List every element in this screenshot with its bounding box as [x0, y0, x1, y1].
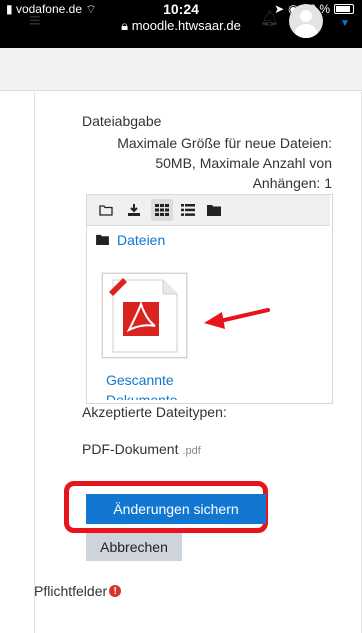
navbar — [0, 48, 362, 91]
file-name-link-cut: Dokumente — [106, 392, 178, 400]
size-info-line: 50MB, Maximale Anzahl von — [155, 155, 332, 171]
folder-view-icon[interactable] — [203, 199, 225, 221]
save-changes-button[interactable]: Änderungen sichern — [86, 494, 266, 524]
required-fields-note: Pflichtfelder ! — [34, 583, 122, 599]
accepted-type: PDF-Dokument .pdf — [82, 441, 201, 457]
caret-down-icon[interactable]: ▼ — [340, 18, 350, 29]
cancel-button[interactable]: Abbrechen — [86, 533, 182, 561]
pdf-file-icon[interactable] — [102, 273, 187, 358]
list-view-icon[interactable] — [177, 199, 199, 221]
folder-icon — [96, 233, 109, 248]
battery-icon — [334, 4, 354, 14]
size-info: Maximale Größe für neue Dateien: 50MB, M… — [86, 133, 332, 193]
red-arrow-icon — [200, 303, 272, 344]
bell-icon[interactable]: 🔔︎ — [260, 9, 279, 27]
breadcrumb: Dateien — [96, 232, 165, 248]
file-name-link[interactable]: Gescannte — [106, 372, 174, 388]
file-picker-toolbar — [87, 195, 330, 226]
size-info-line: Maximale Größe für neue Dateien: — [117, 135, 332, 151]
hamburger-icon[interactable]: ≡ — [22, 10, 48, 32]
accepted-type-name: PDF-Dokument — [82, 441, 179, 457]
size-info-line: Anhängen: 1 — [252, 175, 332, 191]
accepted-type-ext: .pdf — [182, 445, 201, 457]
required-fields-label: Pflichtfelder — [34, 583, 108, 599]
new-folder-icon[interactable] — [95, 199, 117, 221]
icon-view-icon[interactable] — [151, 199, 173, 221]
avatar[interactable] — [289, 4, 323, 38]
lock-icon: 🔒︎ — [121, 18, 129, 33]
upload-label: Dateiabgabe — [82, 113, 162, 129]
breadcrumb-files-link[interactable]: Dateien — [117, 232, 165, 248]
required-icon: ! — [109, 585, 122, 597]
url-text: moodle.htwsaar.de — [131, 18, 241, 33]
accepted-types-label: Akzeptierte Dateitypen: — [82, 404, 227, 420]
download-icon[interactable] — [123, 199, 145, 221]
